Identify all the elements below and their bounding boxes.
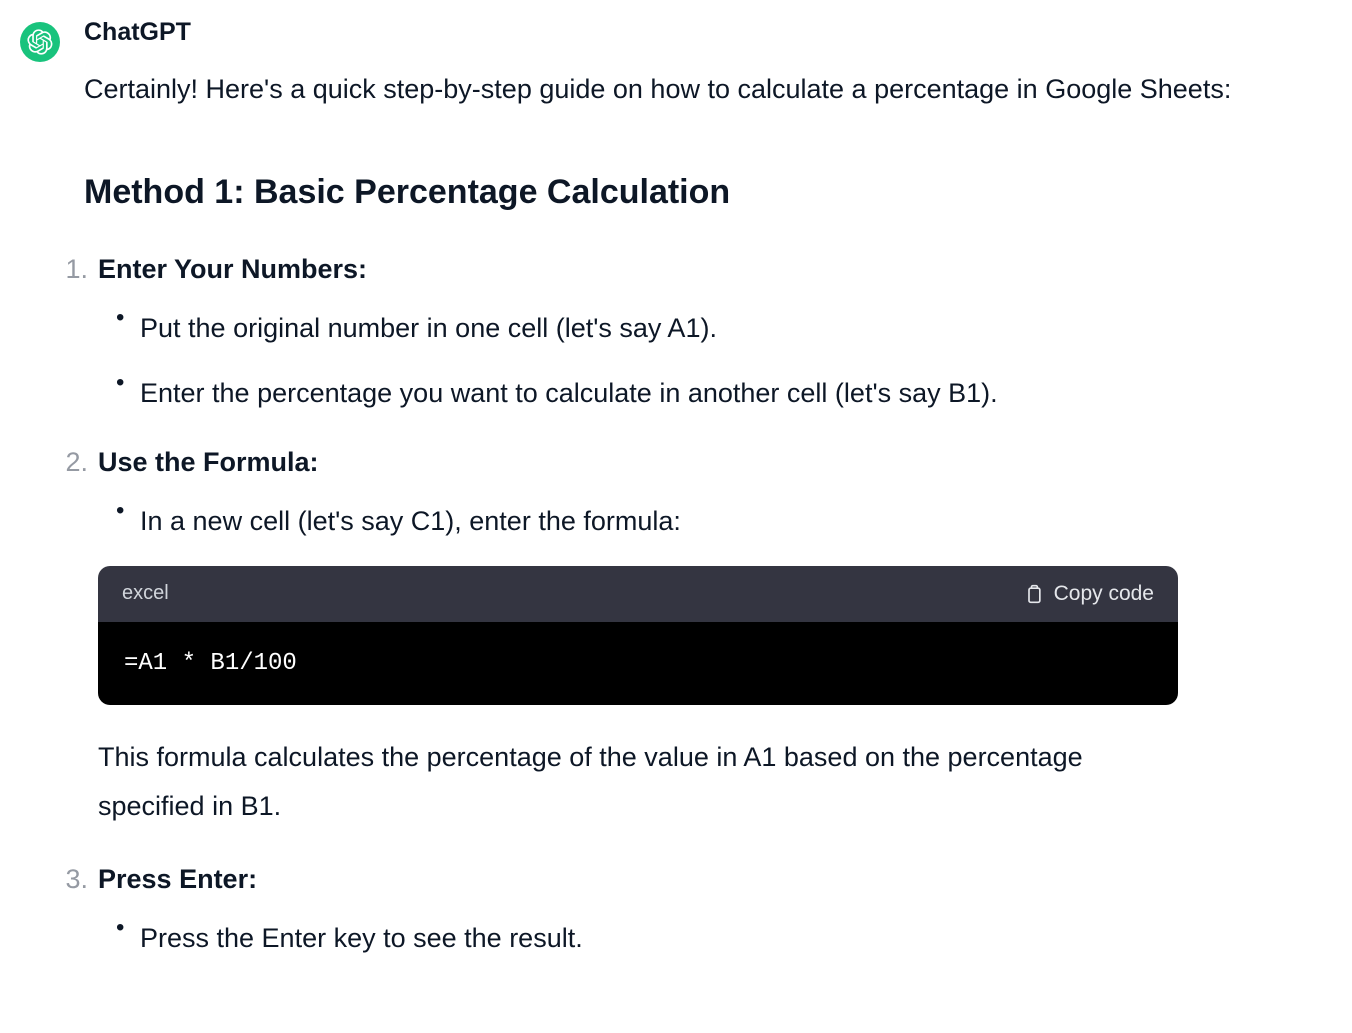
method-heading: Method 1: Basic Percentage Calculation [84, 173, 1332, 212]
step-title: Press Enter: [98, 864, 257, 894]
step-2: Use the Formula: In a new cell (let's sa… [58, 447, 1332, 832]
code-lang-label: excel [122, 582, 169, 605]
step-1-bullets: Put the original number in one cell (let… [140, 307, 1332, 415]
message-content: ChatGPT Certainly! Here's a quick step-b… [84, 18, 1332, 993]
intro-text: Certainly! Here's a quick step-by-step g… [84, 65, 1332, 115]
code-block: excel Copy code =A1 * B1/100 [98, 566, 1178, 705]
list-item: Enter the percentage you want to calcula… [140, 372, 1332, 415]
code-content: =A1 * B1/100 [98, 622, 1178, 705]
chatgpt-logo-icon [27, 29, 53, 55]
clipboard-icon [1024, 583, 1044, 605]
code-header: excel Copy code [98, 566, 1178, 622]
list-item: Put the original number in one cell (let… [140, 307, 1332, 350]
list-item: Press the Enter key to see the result. [140, 917, 1332, 960]
copy-code-button[interactable]: Copy code [1024, 582, 1154, 606]
code-explanation: This formula calculates the percentage o… [98, 733, 1178, 833]
list-item: In a new cell (let's say C1), enter the … [140, 500, 1332, 543]
step-2-bullets: In a new cell (let's say C1), enter the … [140, 500, 1332, 543]
author-name: ChatGPT [84, 18, 1332, 47]
copy-code-label: Copy code [1054, 582, 1154, 606]
steps-list: Enter Your Numbers: Put the original num… [58, 254, 1332, 961]
assistant-message: ChatGPT Certainly! Here's a quick step-b… [20, 18, 1332, 993]
step-title: Use the Formula: [98, 447, 319, 477]
step-3: Press Enter: Press the Enter key to see … [58, 864, 1332, 960]
assistant-avatar [20, 22, 60, 62]
step-1: Enter Your Numbers: Put the original num… [58, 254, 1332, 415]
step-3-bullets: Press the Enter key to see the result. [140, 917, 1332, 960]
step-title: Enter Your Numbers: [98, 254, 367, 284]
